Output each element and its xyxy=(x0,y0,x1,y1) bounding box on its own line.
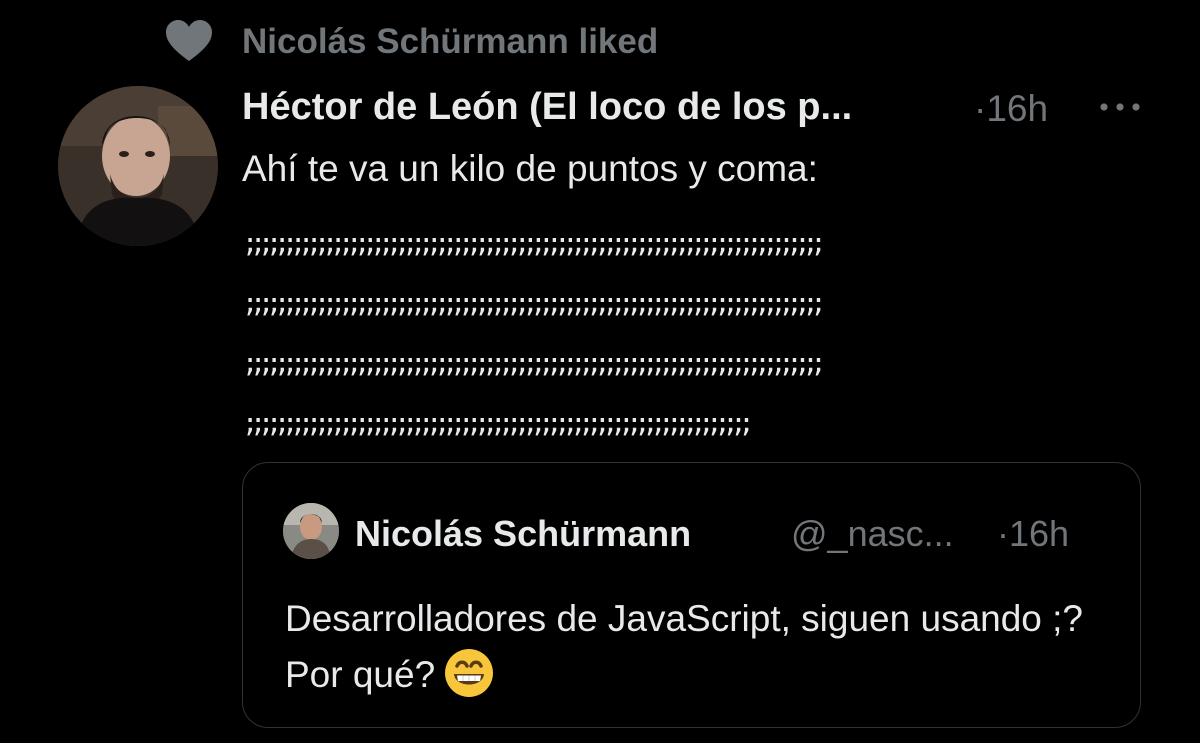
tweet-header: Héctor de León (El loco de los p... ·16h xyxy=(242,86,1142,134)
tweet-timestamp[interactable]: ·16h xyxy=(974,88,1048,130)
author-name[interactable]: Héctor de León (El loco de los p... xyxy=(242,86,852,129)
more-horizontal-icon[interactable] xyxy=(1098,100,1142,114)
semicolon-line: ;;;;;;;;;;;;;;;;;;;;;;;;;;;;;;;;;;;;;;;;… xyxy=(242,288,827,319)
semicolon-line: ;;;;;;;;;;;;;;;;;;;;;;;;;;;;;;;;;;;;;;;;… xyxy=(242,408,755,439)
quoted-author-name: Nicolás Schürmann xyxy=(355,513,692,554)
quoted-tweet-text-content: Desarrolladores de JavaScript, siguen us… xyxy=(285,598,1084,695)
heart-icon xyxy=(166,20,212,61)
liked-indicator xyxy=(164,18,214,64)
quoted-tweet-card[interactable]: Nicolás Schürmann @_nasc... ·16h Desarro… xyxy=(242,462,1141,728)
semicolon-block: ;;;;;;;;;;;;;;;;;;;;;;;;;;;;;;;;;;;;;;;;… xyxy=(242,214,1142,454)
semicolon-line: ;;;;;;;;;;;;;;;;;;;;;;;;;;;;;;;;;;;;;;;;… xyxy=(242,228,827,259)
quoted-tweet-text: Desarrolladores de JavaScript, siguen us… xyxy=(285,591,1085,703)
quoted-author-handle: @_nasc... xyxy=(791,513,954,554)
tweet-text: Ahí te va un kilo de puntos y coma: xyxy=(242,148,818,189)
author-avatar[interactable] xyxy=(58,86,218,246)
quoted-author-avatar xyxy=(283,503,339,559)
social-context-text: Nicolás Schürmann liked xyxy=(242,22,659,61)
quoted-tweet-timestamp: ·16h xyxy=(997,513,1070,554)
grinning-face-icon xyxy=(445,649,494,697)
semicolon-line: ;;;;;;;;;;;;;;;;;;;;;;;;;;;;;;;;;;;;;;;;… xyxy=(242,348,827,379)
